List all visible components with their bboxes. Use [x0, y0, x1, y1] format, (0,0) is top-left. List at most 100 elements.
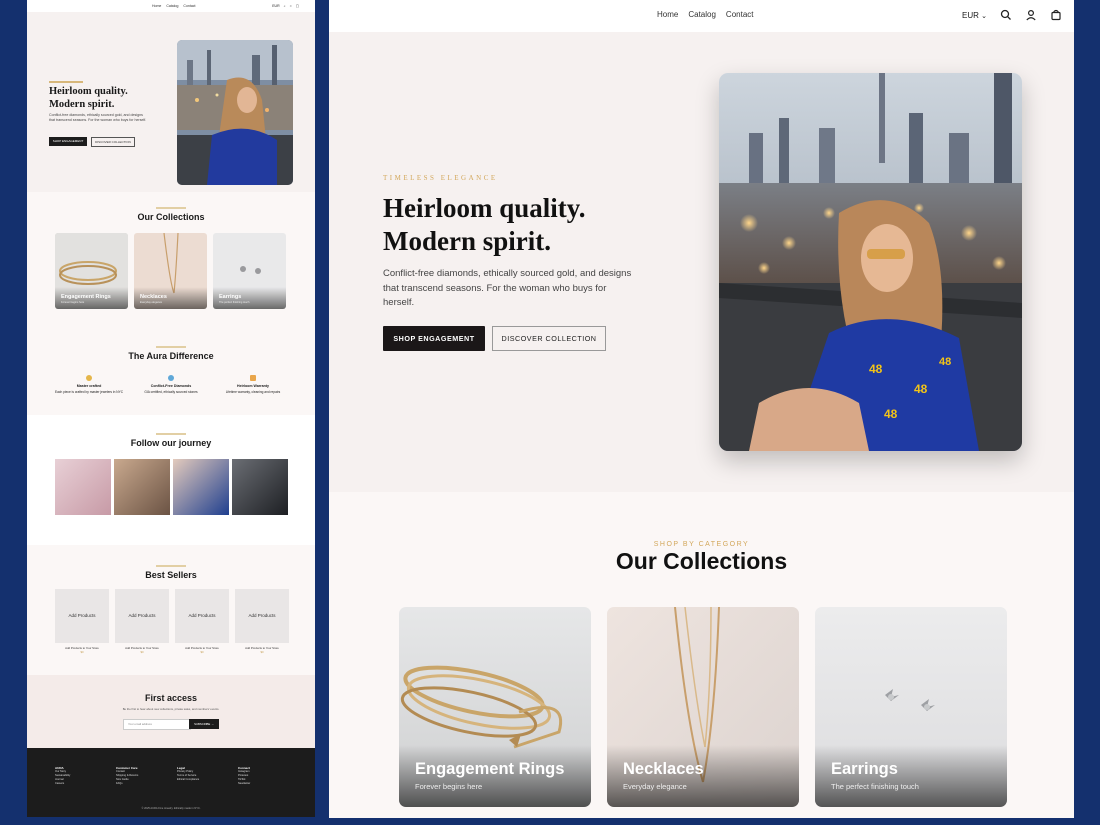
preview-card-necklaces[interactable]: Necklaces Everyday elegance — [134, 233, 207, 309]
preview-hero-eyebrow — [49, 81, 83, 83]
scroll-icon — [250, 375, 256, 381]
currency-label: EUR — [962, 10, 979, 20]
preview-collection-cards: Engagement Rings Forever begins here Nec… — [55, 233, 286, 309]
nav-catalog[interactable]: Catalog — [688, 10, 716, 19]
preview-hero-lead: Conflict-free diamonds, ethically source… — [49, 113, 147, 122]
preview-footer-link[interactable]: Ethical Compliance — [177, 778, 199, 782]
preview-difference-section: The Aura Difference Master crafted Each … — [27, 340, 315, 415]
preview-product-placeholder: Add Products — [115, 589, 169, 643]
preview-hero-title-line1: Heirloom quality. — [49, 86, 128, 97]
preview-shop-engagement-button[interactable]: SHOP ENGAGEMENT — [49, 137, 87, 146]
collections-eyebrow: SHOP BY CATEGORY — [653, 541, 750, 548]
preview-nav-catalog[interactable]: Catalog — [166, 4, 178, 8]
collection-cards: Engagement Rings Forever begins here Nec… — [399, 607, 1007, 807]
preview-card-title: Engagement Rings — [61, 294, 111, 300]
preview-follow-title: Follow our journey — [130, 437, 212, 448]
preview-card-engagement-rings[interactable]: Engagement Rings Forever begins here — [55, 233, 128, 309]
search-icon[interactable] — [1000, 9, 1012, 21]
bag-icon[interactable] — [1050, 9, 1062, 21]
collections-title: Our Collections — [615, 548, 788, 574]
preview-card-title: Necklaces — [140, 294, 167, 300]
preview-collections-title: Our Collections — [137, 211, 205, 222]
preview-feature-title: Heirloom Warranty — [236, 384, 270, 388]
preview-nav-home[interactable]: Home — [152, 4, 161, 8]
diamond-icon — [168, 375, 174, 381]
preview-product-price: $0 — [80, 650, 84, 654]
preview-first-access-section: First access Be the first to hear about … — [27, 675, 315, 748]
preview-follow-photo[interactable] — [114, 459, 170, 515]
preview-footer-col: Legal Privacy Policy Terms of Service Et… — [177, 766, 199, 782]
preview-feature-text: Lifetime warranty, cleaning and repairs — [225, 390, 281, 394]
card-title: Engagement Rings — [415, 760, 565, 778]
preview-subscribe-button[interactable]: SUBSCRIBE → — [189, 719, 219, 729]
preview-card-title: Earrings — [219, 294, 242, 300]
preview-collections-header: Our Collections — [27, 207, 315, 222]
preview-bag-icon[interactable]: ▢ — [296, 4, 299, 8]
card-subtitle: Everyday elegance — [623, 782, 687, 791]
preview-copyright: © 2025 AURA Fine Jewelry. Ethically made… — [141, 807, 201, 810]
discover-collection-button[interactable]: DISCOVER COLLECTION — [492, 326, 606, 351]
preview-follow-section: Follow our journey — [27, 415, 315, 545]
preview-product-card[interactable]: Add Products Add Products to Your Store $0 — [175, 589, 229, 654]
svg-text:48: 48 — [939, 356, 951, 368]
preview-card-subtitle: Forever begins here — [61, 301, 85, 304]
preview-difference-title: The Aura Difference — [128, 350, 214, 361]
preview-currency[interactable]: EUR — [272, 4, 279, 8]
preview-feature-text: GIA certified, ethically sourced stones — [144, 390, 198, 394]
preview-nav-contact[interactable]: Contact — [183, 4, 195, 8]
preview-first-access-text: Be the first to hear about new collectio… — [122, 707, 220, 711]
preview-footer: AURA Our Story Sustainability Journal Ca… — [27, 748, 315, 817]
preview-footer-col: Connect Instagram Pinterest TikTok Newsl… — [238, 766, 250, 786]
chevron-down-icon: ⌄ — [981, 12, 987, 20]
hero-lead: Conflict-free diamonds, ethically source… — [383, 268, 632, 308]
preview-footer-link[interactable]: FAQs — [116, 782, 138, 786]
card-necklaces[interactable]: Necklaces Everyday elegance — [607, 607, 799, 807]
card-engagement-rings[interactable]: Engagement Rings Forever begins here — [399, 607, 591, 807]
preview-account-icon[interactable]: ○ — [290, 4, 292, 8]
preview-product-card[interactable]: Add Products Add Products to Your Store $0 — [115, 589, 169, 654]
preview-best-sellers-section: Best Sellers Add Products Add Products to… — [27, 545, 315, 675]
card-title: Earrings — [831, 760, 898, 778]
preview-hero-title-line2: Modern spirit. — [49, 99, 115, 110]
hero-title-line1: Heirloom quality. — [383, 193, 586, 223]
nav-contact[interactable]: Contact — [726, 10, 754, 19]
main-page-view: Home Catalog Contact EUR ⌄ TIMELESS ELEG… — [329, 0, 1074, 818]
preview-product-card[interactable]: Add Products Add Products to Your Store $0 — [235, 589, 289, 654]
preview-email-input[interactable]: Your email address — [123, 719, 191, 730]
preview-follow-photo[interactable] — [55, 459, 111, 515]
preview-product-price: $0 — [140, 650, 144, 654]
preview-feature-title: Conflict-Free Diamonds — [150, 384, 192, 388]
hero-eyebrow: TIMELESS ELEGANCE — [383, 174, 498, 182]
preview-footer-col: AURA Our Story Sustainability Journal Ca… — [55, 766, 70, 786]
hero-title: Heirloom quality. Modern spirit. — [383, 192, 586, 258]
shop-engagement-button[interactable]: SHOP ENGAGEMENT — [383, 326, 485, 351]
preview-product-placeholder: Add Products — [235, 589, 289, 643]
preview-card-earrings[interactable]: Earrings The perfect finishing touch — [213, 233, 286, 309]
preview-card-subtitle: The perfect finishing touch — [219, 301, 250, 304]
preview-feature-conflict-free: Conflict-Free Diamonds GIA certified, et… — [131, 375, 211, 394]
svg-text:48: 48 — [914, 382, 928, 396]
preview-product-card[interactable]: Add Products Add Products to Your Store $0 — [55, 589, 109, 654]
card-earrings[interactable]: Earrings The perfect finishing touch — [815, 607, 1007, 807]
card-title: Necklaces — [623, 760, 704, 778]
preview-product-placeholder: Add Products — [55, 589, 109, 643]
account-icon[interactable] — [1025, 9, 1037, 21]
preview-feature-master-crafted: Master crafted Each piece is crafted by … — [49, 375, 129, 394]
preview-follow-photos — [55, 459, 288, 515]
preview-product-grid: Add Products Add Products to Your Store $0… — [55, 589, 289, 654]
svg-text:48: 48 — [869, 362, 883, 376]
hero-title-line2: Modern spirit. — [383, 226, 551, 256]
preview-search-icon[interactable]: ⌕ — [284, 4, 286, 8]
nav-home[interactable]: Home — [657, 10, 678, 19]
preview-follow-photo[interactable] — [232, 459, 288, 515]
preview-hero: Heirloom quality. Modern spirit. Conflic… — [27, 12, 315, 192]
preview-footer-link[interactable]: Careers — [55, 782, 70, 786]
preview-nav: Home Catalog Contact EUR ⌕ ○ ▢ — [27, 0, 315, 12]
preview-footer-col: Customer Care Contact Shipping & Returns… — [116, 766, 138, 786]
preview-card-subtitle: Everyday elegance — [140, 301, 163, 304]
preview-feature-text: Each piece is crafted by master jewelers… — [54, 390, 124, 394]
preview-footer-link[interactable]: Newsletter — [238, 782, 250, 786]
preview-follow-photo[interactable] — [173, 459, 229, 515]
currency-selector[interactable]: EUR ⌄ — [962, 11, 987, 20]
preview-discover-collection-button[interactable]: DISCOVER COLLECTION — [91, 137, 135, 147]
